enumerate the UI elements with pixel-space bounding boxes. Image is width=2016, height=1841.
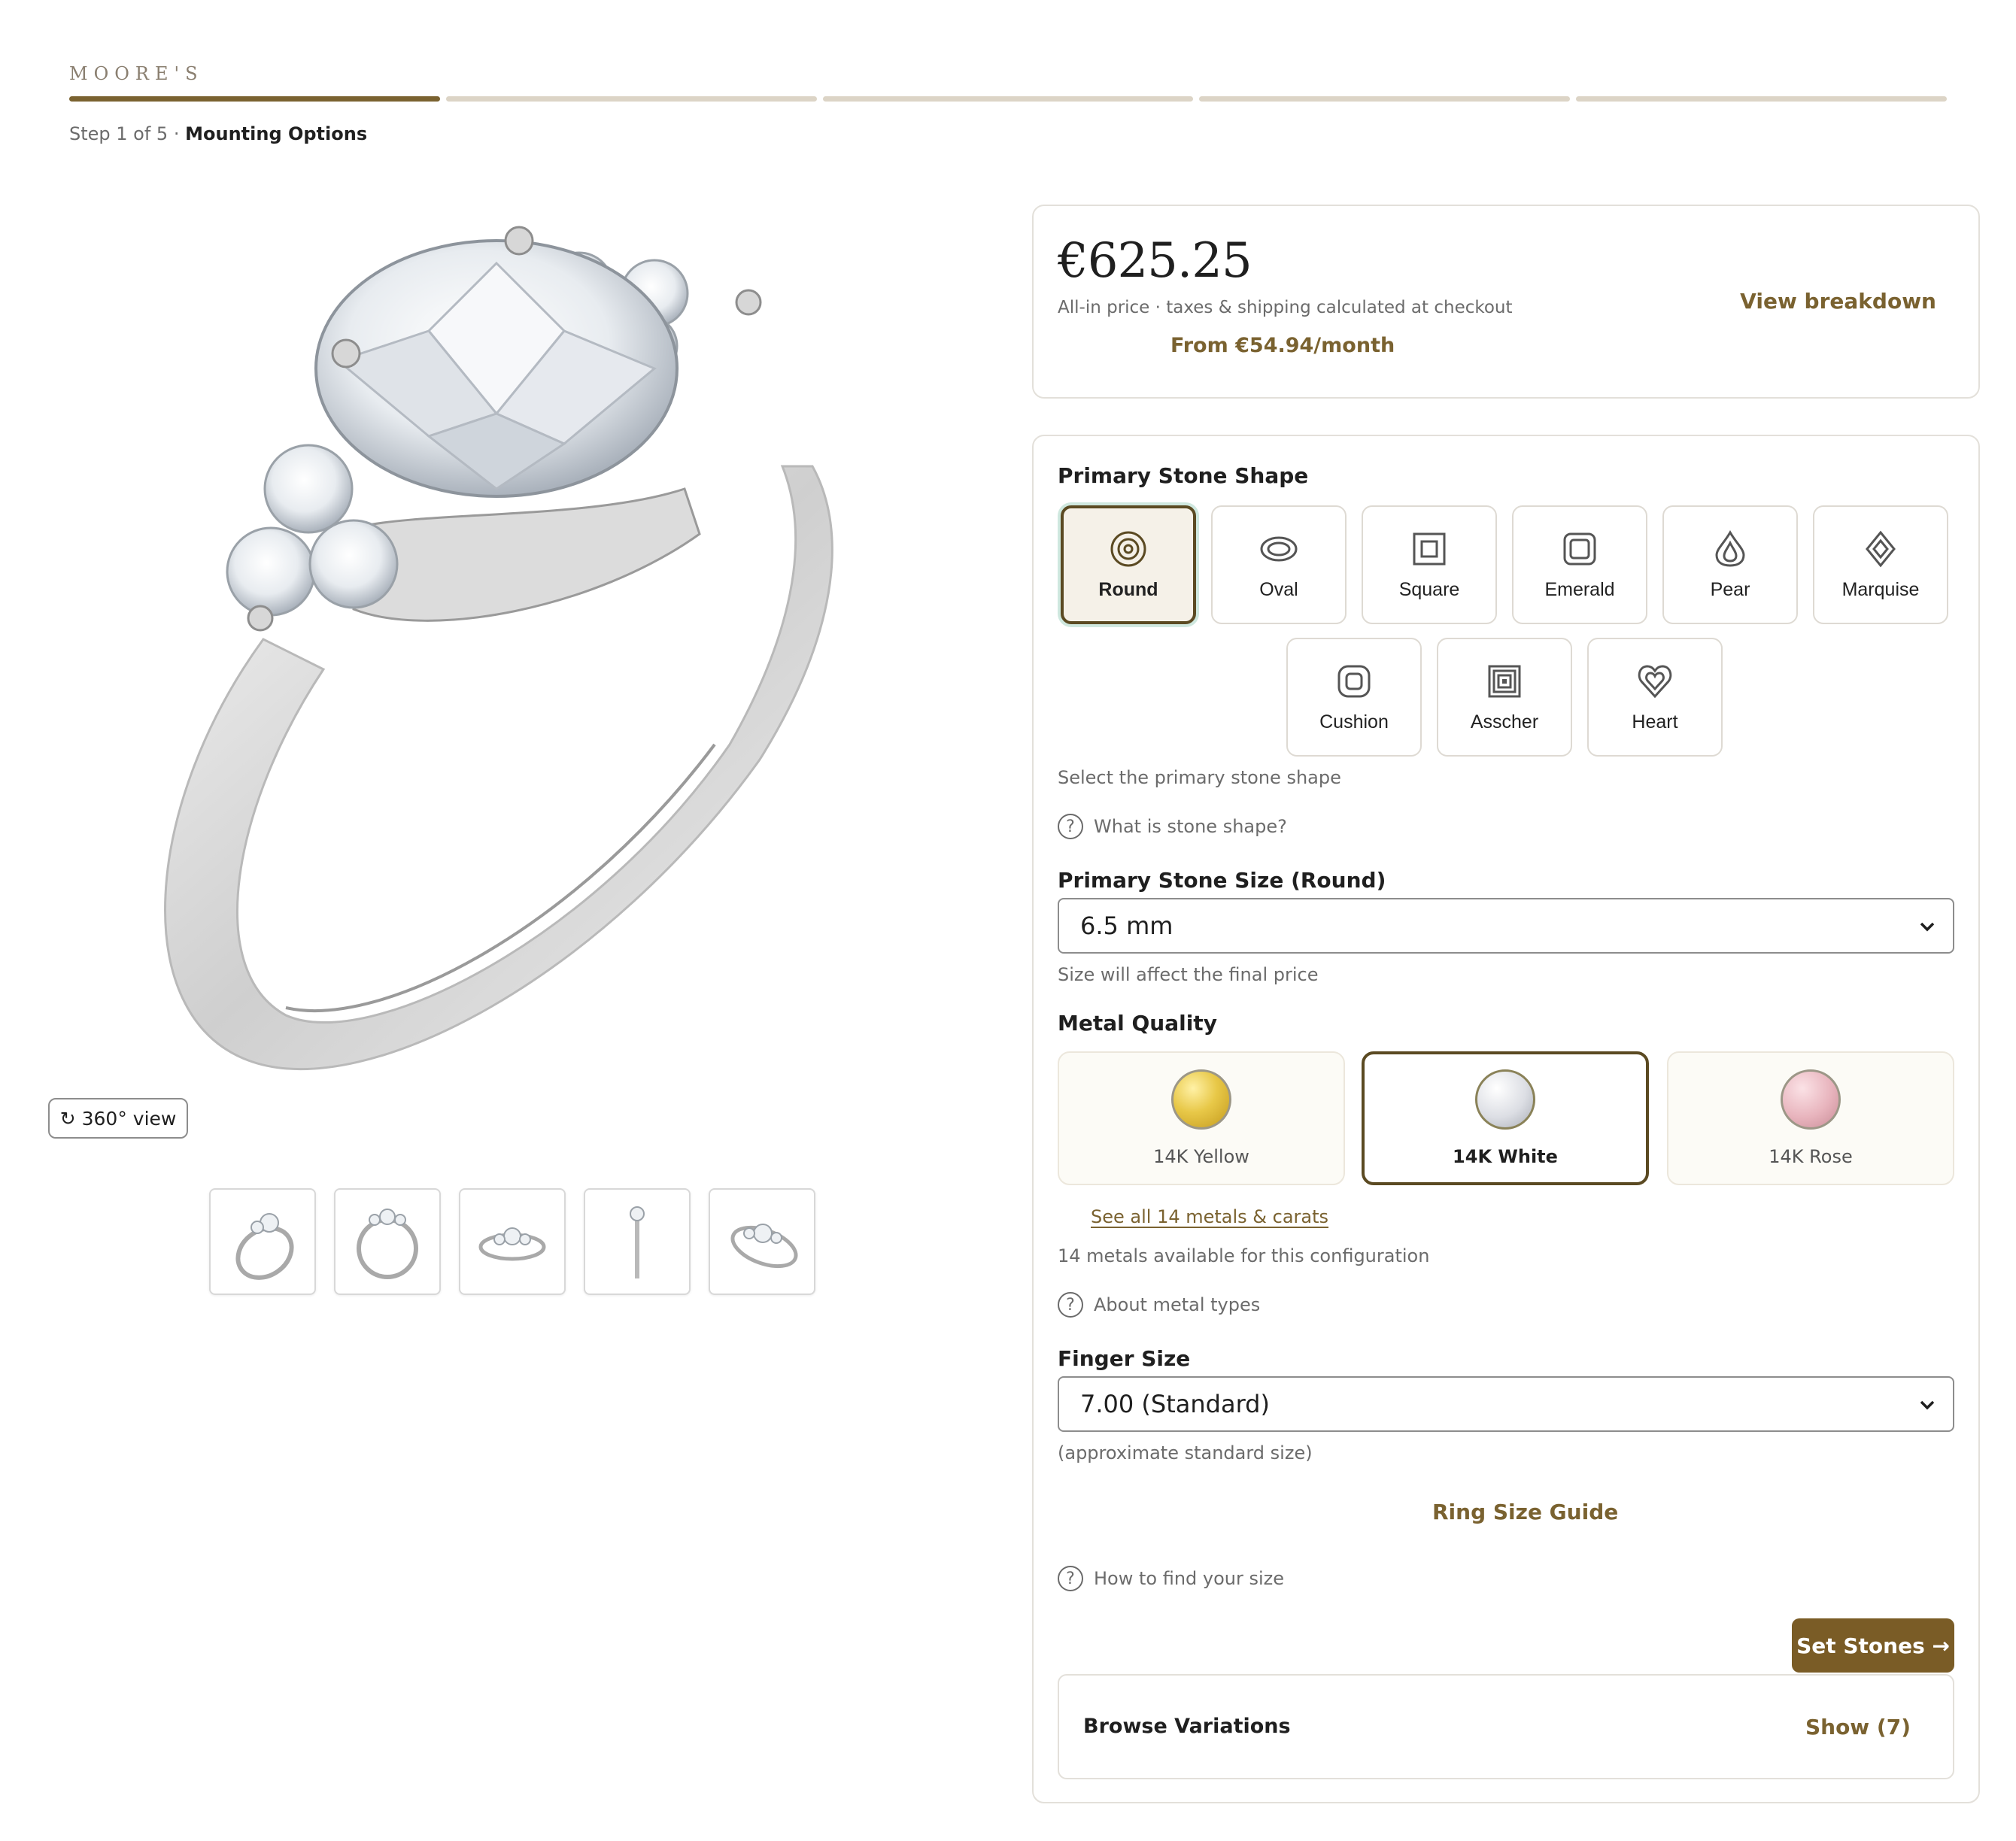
thumbnail-top-view[interactable]: [709, 1188, 815, 1295]
asscher-shape-icon: [1488, 665, 1521, 697]
step-indicator: Step 1 of 5 · Mounting Options: [69, 123, 367, 144]
shape-option-square[interactable]: Square: [1362, 505, 1497, 624]
view-360-button[interactable]: ↻ 360° view: [48, 1098, 188, 1139]
thumbnail-profile-view[interactable]: [584, 1188, 691, 1295]
set-stones-button[interactable]: Set Stones →: [1792, 1618, 1954, 1673]
emerald-shape-icon: [1563, 532, 1596, 565]
shape-option-pear[interactable]: Pear: [1662, 505, 1798, 624]
chevron-down-icon: [1920, 1400, 1935, 1410]
white-gold-swatch: [1475, 1069, 1535, 1130]
shape-label: Emerald: [1544, 578, 1615, 600]
price-amount: €625.25: [1058, 233, 1252, 289]
shape-option-round[interactable]: Round: [1061, 505, 1196, 624]
monthly-price: From €54.94/month: [1170, 334, 1395, 357]
metal-info-label: About metal types: [1094, 1294, 1261, 1315]
price-card: €625.25 All-in price · taxes & shipping …: [1032, 205, 1980, 399]
stone-size-value: 6.5 mm: [1080, 911, 1173, 940]
shape-label: Round: [1098, 578, 1158, 600]
shape-option-asscher[interactable]: Asscher: [1437, 638, 1572, 757]
marquise-shape-icon: [1866, 530, 1896, 567]
question-icon: ?: [1058, 1292, 1083, 1318]
question-icon: ?: [1058, 1566, 1083, 1591]
shape-label: Asscher: [1470, 711, 1539, 732]
show-variations-toggle[interactable]: Show (7): [1805, 1715, 1911, 1739]
metal-info-link[interactable]: ? About metal types: [1058, 1292, 1260, 1318]
rotate-icon: ↻: [59, 1107, 76, 1130]
question-icon: ?: [1058, 814, 1083, 839]
progress-step-3: [822, 96, 1194, 102]
stone-shape-help: Select the primary stone shape: [1058, 767, 1341, 788]
metal-label: 14K White: [1453, 1146, 1558, 1167]
step-progress-bar: [69, 96, 1947, 102]
shape-label: Marquise: [1841, 578, 1920, 600]
metal-option-14k-rose[interactable]: 14K Rose: [1667, 1051, 1954, 1185]
metal-quality-label: Metal Quality: [1058, 1011, 1217, 1036]
stone-shape-info-label: What is stone shape?: [1094, 816, 1287, 837]
thumbnail-strip: [209, 1188, 815, 1295]
square-shape-icon: [1413, 532, 1446, 565]
product-image[interactable]: [113, 218, 865, 1090]
cushion-shape-icon: [1337, 665, 1371, 697]
shape-label: Pear: [1710, 578, 1750, 600]
brand-logo[interactable]: MOORE'S: [69, 63, 204, 84]
view-breakdown-link[interactable]: View breakdown: [1740, 289, 1936, 314]
rose-gold-swatch: [1781, 1069, 1841, 1130]
shape-label: Oval: [1259, 578, 1298, 600]
thumbnail-angle-view[interactable]: [209, 1188, 316, 1295]
oval-shape-icon: [1260, 536, 1298, 561]
stone-shape-info-link[interactable]: ? What is stone shape?: [1058, 814, 1287, 839]
thumbnail-side-view[interactable]: [459, 1188, 566, 1295]
metal-option-14k-yellow[interactable]: 14K Yellow: [1058, 1051, 1345, 1185]
view-360-label: 360° view: [81, 1107, 177, 1130]
metal-option-14k-white[interactable]: 14K White: [1362, 1051, 1649, 1185]
round-shape-icon: [1110, 531, 1146, 566]
shape-option-marquise[interactable]: Marquise: [1813, 505, 1948, 624]
browse-variations-title: Browse Variations: [1083, 1715, 1291, 1738]
price-note: All-in price · taxes & shipping calculat…: [1058, 298, 1513, 317]
progress-step-2: [445, 96, 817, 102]
finger-size-info-link[interactable]: ? How to find your size: [1058, 1566, 1284, 1591]
finger-size-label: Finger Size: [1058, 1346, 1191, 1371]
stone-shape-label: Primary Stone Shape: [1058, 463, 1309, 488]
shape-option-cushion[interactable]: Cushion: [1286, 638, 1422, 757]
shape-option-emerald[interactable]: Emerald: [1512, 505, 1647, 624]
finger-size-help: (approximate standard size): [1058, 1442, 1313, 1463]
shape-label: Square: [1398, 578, 1460, 600]
stone-size-select[interactable]: 6.5 mm: [1058, 898, 1954, 954]
progress-step-5: [1576, 96, 1947, 102]
stone-size-label: Primary Stone Size (Round): [1058, 868, 1386, 893]
yellow-gold-swatch: [1171, 1069, 1231, 1130]
finger-size-value: 7.00 (Standard): [1080, 1390, 1270, 1418]
ring-size-guide-link[interactable]: Ring Size Guide: [1432, 1500, 1618, 1524]
options-card: Primary Stone Shape Round Oval Square Em…: [1032, 435, 1980, 1803]
progress-step-4: [1199, 96, 1571, 102]
stone-size-help: Size will affect the final price: [1058, 964, 1319, 985]
finger-size-select[interactable]: 7.00 (Standard): [1058, 1376, 1954, 1432]
thumbnail-front-view[interactable]: [334, 1188, 441, 1295]
step-title: Mounting Options: [185, 123, 368, 144]
progress-step-1: [69, 96, 440, 102]
browse-variations-panel[interactable]: Browse Variations Show (7): [1058, 1674, 1954, 1779]
chevron-down-icon: [1920, 922, 1935, 932]
metal-label: 14K Yellow: [1153, 1146, 1249, 1167]
shape-option-oval[interactable]: Oval: [1211, 505, 1347, 624]
see-all-metals-link[interactable]: See all 14 metals & carats: [1091, 1206, 1328, 1227]
heart-shape-icon: [1638, 664, 1672, 698]
metals-available-text: 14 metals available for this configurati…: [1058, 1245, 1430, 1266]
shape-label: Heart: [1632, 711, 1678, 732]
shape-option-heart[interactable]: Heart: [1587, 638, 1723, 757]
pear-shape-icon: [1715, 529, 1745, 567]
finger-size-info-label: How to find your size: [1094, 1568, 1285, 1589]
step-count: Step 1 of 5 ·: [69, 123, 180, 144]
metal-label: 14K Rose: [1769, 1146, 1853, 1167]
shape-label: Cushion: [1319, 711, 1389, 732]
